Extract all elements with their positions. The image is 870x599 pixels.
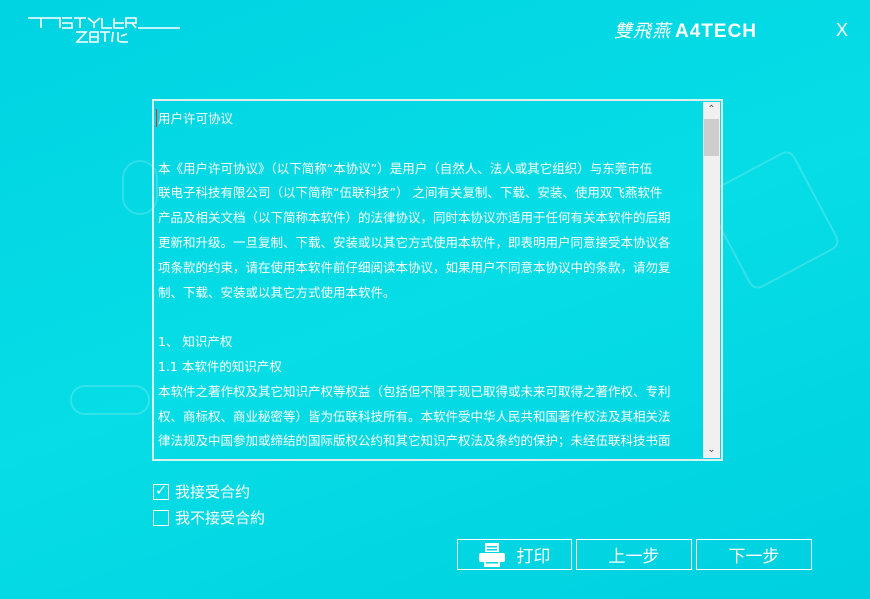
agreement-line: 用户许可协议 <box>158 111 234 126</box>
fstyler-logo <box>28 17 180 43</box>
prev-label: 上一步 <box>608 547 660 567</box>
agreement-text: 用户许可协议本《用户许可协议》（以下简称“本协议”）是用户（自然人、法人或其它组… <box>156 103 703 457</box>
accept-label: 我接受合约 <box>175 483 251 501</box>
next-label: 下一步 <box>728 547 780 567</box>
brand-cn: 雙飛燕 <box>614 21 671 42</box>
scroll-down-icon[interactable]: ⌄ <box>703 442 720 458</box>
printer-icon <box>478 542 505 567</box>
agreement-line: 律法规及中国参加或缔结的国际版权公约和其它知识产权法及条约的保护；未经伍联科技书… <box>158 433 671 449</box>
agreement-line: 制、下载、安装或以其它方式使用本软件。 <box>158 284 396 300</box>
decline-label: 我不接受合約 <box>175 509 266 527</box>
scroll-thumb[interactable] <box>704 119 719 156</box>
print-label: 打印 <box>516 547 551 567</box>
agreement-line: 1、 知识产权 <box>158 334 233 350</box>
checkbox-checked-icon: ✓ <box>153 483 169 500</box>
agreement-line: 更新和升级。一旦复制、下载、安装或以其它方式使用本软件，即表明用户同意接受本协议… <box>158 234 671 250</box>
text-caret <box>156 109 157 127</box>
brand-en: A4TECH <box>675 21 758 42</box>
agreement-textbox[interactable]: 用户许可协议本《用户许可协议》（以下简称“本协议”）是用户（自然人、法人或其它组… <box>152 99 723 461</box>
print-button[interactable]: 打印 <box>457 539 572 570</box>
keyboard-decoration <box>702 147 842 293</box>
agreement-line: 产品及相关文档（以下简称本软件）的法律协议，同时本协议亦适用于任何有关本软件的后… <box>158 210 671 226</box>
agreement-line: 本软件之著作权及其它知识产权等权益（包括但不限于现已取得或未来可取得之著作权、专… <box>158 383 671 399</box>
scroll-up-icon[interactable]: ⌃ <box>703 102 720 118</box>
agreement-line: 联电子科技有限公司（以下简称“伍联科技”） 之间有关复制、下载、安装、使用双飞燕… <box>158 185 663 201</box>
agreement-line: 1.1 本软件的知识产权 <box>158 358 282 374</box>
agreement-line <box>158 132 703 157</box>
scrollbar[interactable]: ⌃ ⌄ <box>703 102 720 458</box>
checkbox-empty-icon <box>153 509 169 526</box>
accept-checkbox[interactable]: ✓ 我接受合约 <box>153 481 250 502</box>
agreement-line: 项条款的约束，请在使用本软件前仔细阅读本协议，如果用户不同意本协议中的条款，请勿… <box>158 259 671 275</box>
decline-checkbox[interactable]: 我不接受合約 <box>153 507 265 528</box>
a4tech-brand-logo: 雙飛燕 A4TECH <box>614 17 757 43</box>
agreement-line: 本《用户许可协议》（以下简称“本协议”）是用户（自然人、法人或其它组织）与东莞市… <box>158 160 653 176</box>
mouse-decoration <box>70 385 150 415</box>
prev-button[interactable]: 上一步 <box>576 539 692 570</box>
close-button[interactable]: X <box>836 20 848 41</box>
next-button[interactable]: 下一步 <box>696 539 812 570</box>
agreement-line: 权、商标权、商业秘密等）皆为伍联科技所有。本软件受中华人民共和国著作权法及其相关… <box>158 408 671 424</box>
agreement-line <box>158 305 703 330</box>
